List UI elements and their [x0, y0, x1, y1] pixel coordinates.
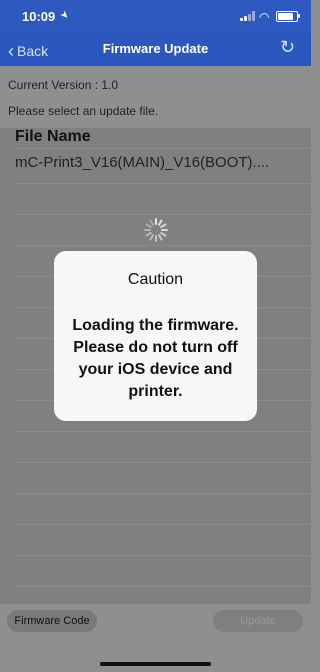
divider	[15, 586, 311, 587]
info-section: Current Version : 1.0 Please select an u…	[0, 66, 311, 128]
firmware-code-button[interactable]: Firmware Code	[7, 610, 97, 632]
top-bar: 10:09 ➤ ◠ ‹ Back Firmware Update ↻	[0, 0, 311, 66]
divider	[15, 431, 311, 432]
refresh-icon[interactable]: ↻	[280, 37, 295, 58]
current-version-text: Current Version : 1.0	[8, 78, 119, 92]
status-bar: 10:09 ➤ ◠	[0, 0, 311, 32]
divider	[15, 245, 311, 246]
dialog-message: Loading the firmware. Please do not turn…	[72, 317, 239, 400]
divider	[15, 183, 311, 184]
location-arrow-icon: ➤	[57, 8, 72, 23]
page-title: Firmware Update	[102, 41, 209, 56]
divider	[15, 493, 311, 494]
dialog-title: Caution	[127, 271, 184, 288]
home-indicator[interactable]	[100, 662, 211, 666]
divider	[15, 555, 311, 556]
list-item[interactable]: mC-Print3_V16(MAIN)_V16(BOOT)....	[15, 154, 269, 171]
instruction-text: Please select an update file.	[8, 104, 159, 118]
update-button[interactable]: Update	[213, 610, 303, 632]
divider	[15, 214, 311, 215]
caution-dialog: Caution Loading the firmware. Please do …	[54, 251, 257, 421]
divider	[15, 148, 311, 149]
status-time: 10:09	[22, 9, 56, 24]
navigation-bar: ‹ Back Firmware Update ↻	[0, 32, 311, 66]
wifi-icon: ◠	[259, 10, 270, 24]
battery-icon	[276, 11, 300, 22]
cellular-signal-icon	[240, 11, 256, 21]
bottom-toolbar: Firmware Code Update	[0, 604, 311, 672]
loading-spinner-icon	[144, 218, 168, 242]
list-header: File Name	[15, 128, 91, 145]
divider	[15, 462, 311, 463]
divider	[15, 524, 311, 525]
